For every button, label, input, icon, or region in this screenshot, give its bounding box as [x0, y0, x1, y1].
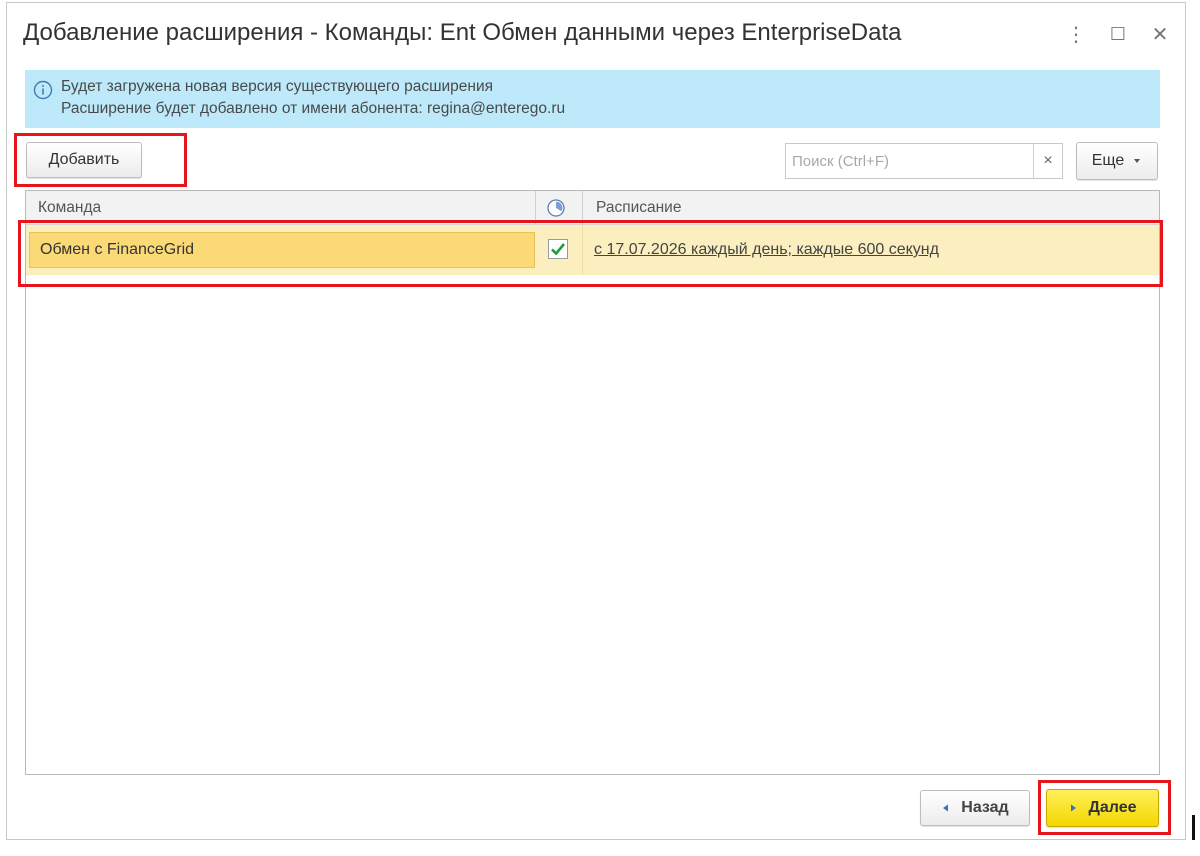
triangle-left-icon [943, 804, 949, 812]
row-highlight-frame [18, 220, 1163, 287]
dialog-window: Добавление расширения - Команды: Ent Обм… [6, 2, 1186, 840]
triangle-down-icon [1134, 159, 1141, 163]
close-button[interactable]: ✕ [1147, 21, 1173, 47]
clear-icon: × [1043, 152, 1053, 169]
dialog-title: Добавление расширения - Команды: Ent Обм… [23, 19, 902, 46]
more-button[interactable]: Еще [1076, 142, 1158, 180]
search-box[interactable]: × [785, 143, 1063, 179]
text-cursor-bar [1192, 815, 1195, 840]
close-icon: ✕ [1151, 23, 1169, 46]
add-button-highlight-frame [14, 133, 187, 187]
back-button[interactable]: Назад [920, 790, 1030, 826]
back-button-label: Назад [961, 799, 1009, 816]
info-panel: Будет загружена новая версия существующе… [25, 70, 1160, 128]
search-input[interactable] [786, 144, 1034, 178]
maximize-button[interactable]: ☐ [1105, 21, 1131, 47]
vertical-dots-icon: ⋮ [1066, 23, 1086, 46]
info-line-subscriber: Расширение будет добавлено от имени абон… [61, 100, 566, 117]
more-menu-button[interactable]: ⋮ [1063, 21, 1089, 47]
next-button-highlight-frame [1038, 780, 1171, 835]
maximize-icon: ☐ [1109, 23, 1127, 44]
info-circle-icon [33, 80, 53, 100]
clock-icon [547, 198, 565, 217]
more-button-label: Еще [1091, 152, 1125, 169]
info-line-version: Будет загружена новая версия существующе… [61, 78, 494, 95]
search-clear-button[interactable]: × [1033, 144, 1062, 178]
